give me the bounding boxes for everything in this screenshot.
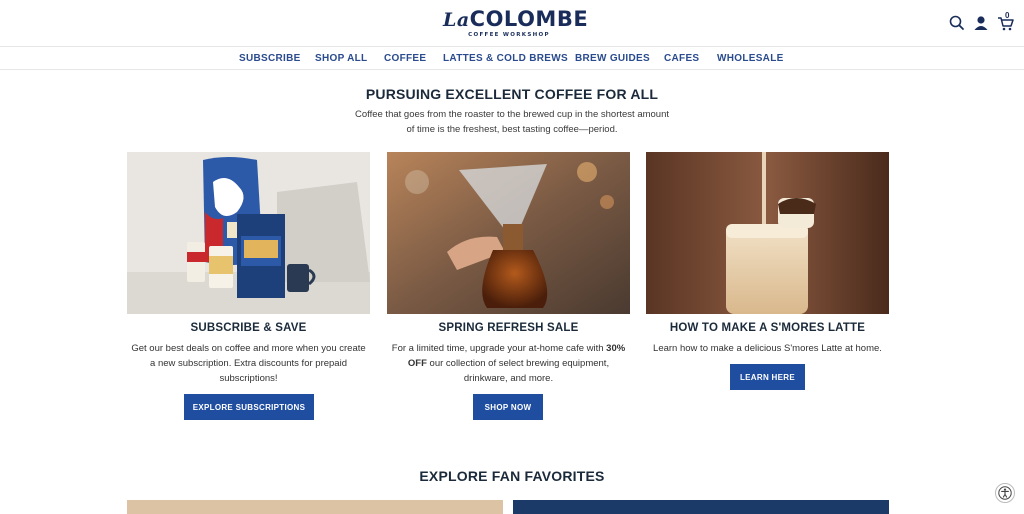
explore-subscriptions-button[interactable]: EXPLORE SUBSCRIPTIONS: [184, 394, 314, 420]
favorite-product-image-1[interactable]: [127, 500, 503, 514]
smores-latte-image[interactable]: [646, 152, 889, 314]
card-text-spring-refresh-sale: For a limited time, upgrade your at-home…: [391, 343, 626, 384]
nav-item-coffee[interactable]: COFFEE: [384, 53, 426, 64]
nav-item-shop-all[interactable]: SHOP ALL: [315, 53, 367, 64]
shop-now-button[interactable]: SHOP NOW: [473, 394, 543, 420]
favorite-product-image-2[interactable]: [513, 500, 889, 514]
card-text-smores-latte: Learn how to make a delicious S'mores La…: [653, 343, 882, 354]
subscription-products-image[interactable]: [127, 152, 370, 314]
main-nav: SUBSCRIBE SHOP ALL COFFEE LATTES & COLD …: [0, 48, 1024, 70]
card-text-subscribe-save: Get our best deals on coffee and more wh…: [131, 343, 366, 384]
accessibility-icon[interactable]: [995, 483, 1015, 503]
card-title-spring-refresh-sale: SPRING REFRESH SALE: [438, 322, 579, 334]
user-icon[interactable]: [972, 14, 990, 32]
brand-tagline: COFFEE WORKSHOP: [468, 32, 550, 38]
brand-logo[interactable]: LaCOLOMBE COFFEE WORKSHOP: [443, 8, 588, 40]
chemex-pour-over-image[interactable]: [387, 152, 630, 314]
nav-item-subscribe[interactable]: SUBSCRIBE: [239, 53, 301, 64]
cart-icon[interactable]: 0: [997, 11, 1015, 32]
site-header: LaCOLOMBE COFFEE WORKSHOP 0: [0, 0, 1024, 47]
card-title-smores-latte: HOW TO MAKE A S'MORES LATTE: [669, 322, 866, 334]
learn-here-button[interactable]: LEARN HERE: [730, 364, 805, 390]
fan-favorites-title: EXPLORE FAN FAVORITES: [419, 468, 605, 484]
nav-item-brew-guides[interactable]: BREW GUIDES: [575, 53, 650, 64]
nav-item-cafes[interactable]: CAFES: [664, 53, 699, 64]
card-title-subscribe-save: SUBSCRIBE & SAVE: [190, 322, 307, 334]
hero-subtitle: Coffee that goes from the roaster to the…: [354, 109, 670, 135]
nav-item-wholesale[interactable]: WHOLESALE: [717, 53, 784, 64]
hero-title: PURSUING EXCELLENT COFFEE FOR ALL: [365, 86, 659, 102]
search-icon[interactable]: [948, 14, 966, 32]
nav-item-lattes-cold-brews[interactable]: LATTES & COLD BREWS: [443, 53, 568, 64]
cart-count-badge: 0: [1005, 11, 1010, 20]
